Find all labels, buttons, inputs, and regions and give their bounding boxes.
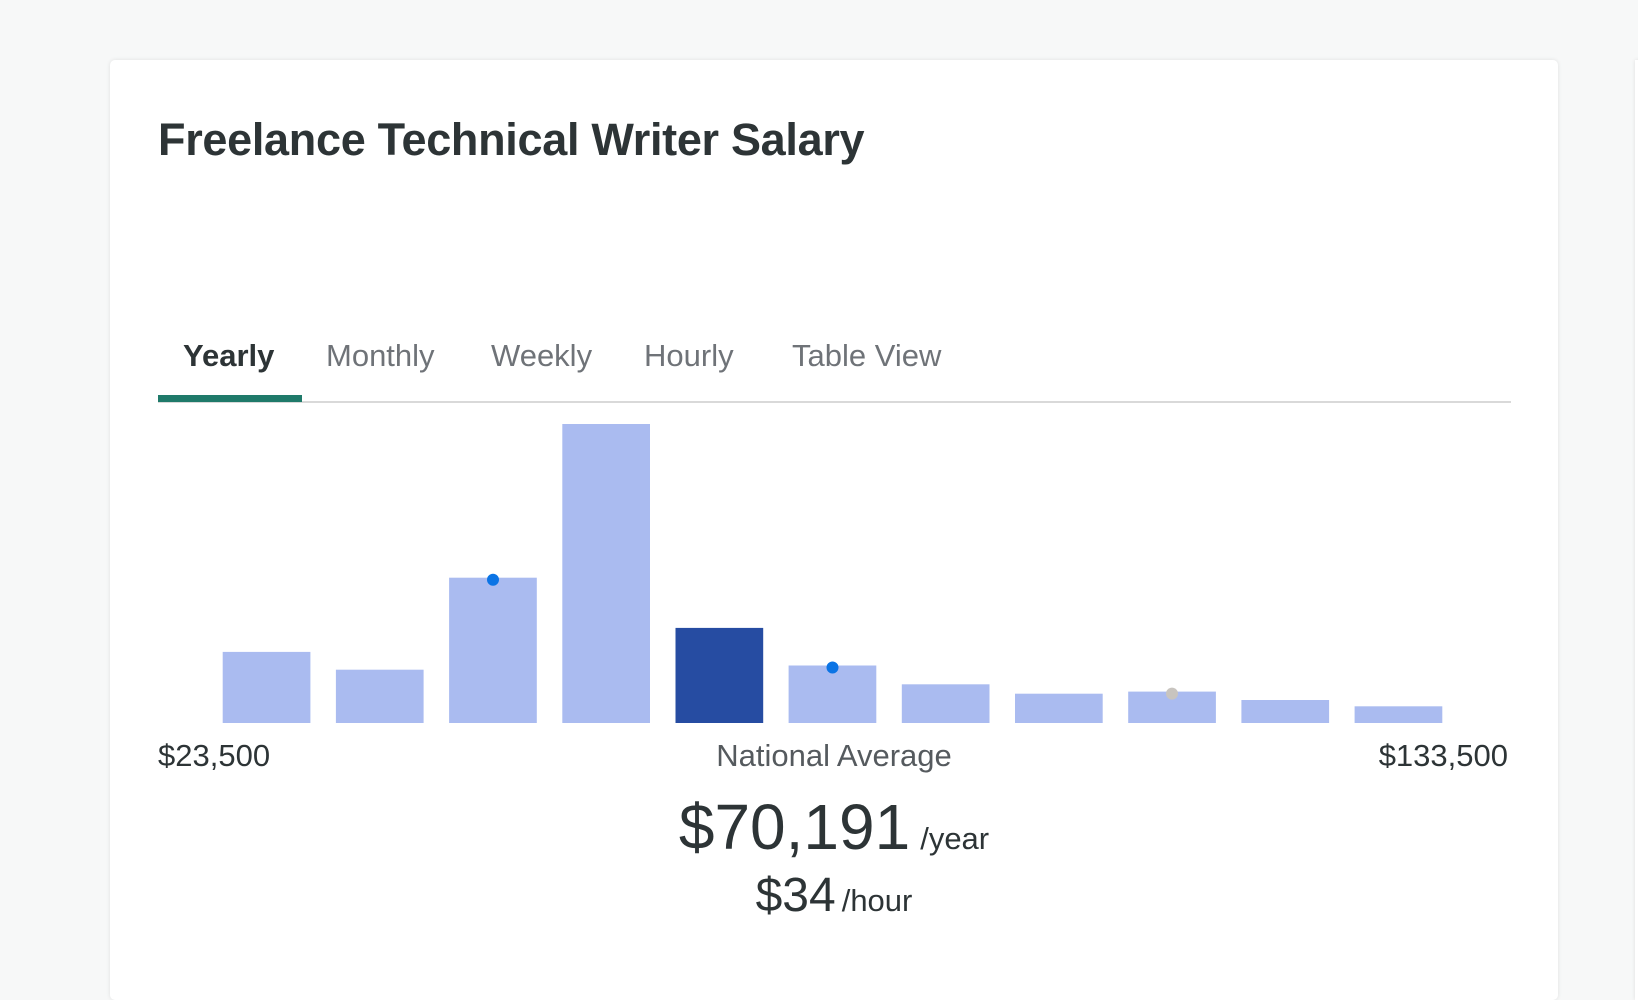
histogram-bar[interactable]: [562, 424, 650, 723]
hourly-salary-value: $34: [755, 869, 836, 922]
histogram-bar[interactable]: [449, 577, 537, 723]
histogram-bar[interactable]: [901, 684, 990, 723]
bar-marker-dot: [826, 661, 839, 674]
histogram-bar[interactable]: [1354, 706, 1443, 723]
histogram-bar[interactable]: [335, 669, 424, 723]
histogram-bar-national-average[interactable]: [675, 627, 764, 723]
yearly-salary-value: $70,191: [678, 791, 911, 863]
bar-marker-dot: [1166, 687, 1178, 700]
yearly-salary-unit: /year: [920, 821, 990, 856]
bar-marker-dot: [487, 573, 499, 586]
hourly-salary: $34/hour: [110, 868, 1558, 923]
national-average-label: National Average: [716, 738, 952, 773]
max-salary-label: $133,500: [1378, 738, 1508, 773]
yearly-salary: $70,191/year: [110, 790, 1558, 864]
histogram-bar[interactable]: [222, 651, 311, 723]
histogram-bar[interactable]: [1241, 700, 1330, 723]
hourly-salary-unit: /hour: [841, 883, 913, 918]
histogram-bar[interactable]: [1015, 693, 1103, 723]
salary-card: Freelance Technical Writer Salary Yearly…: [110, 60, 1558, 1000]
histogram-bar[interactable]: [788, 665, 877, 724]
